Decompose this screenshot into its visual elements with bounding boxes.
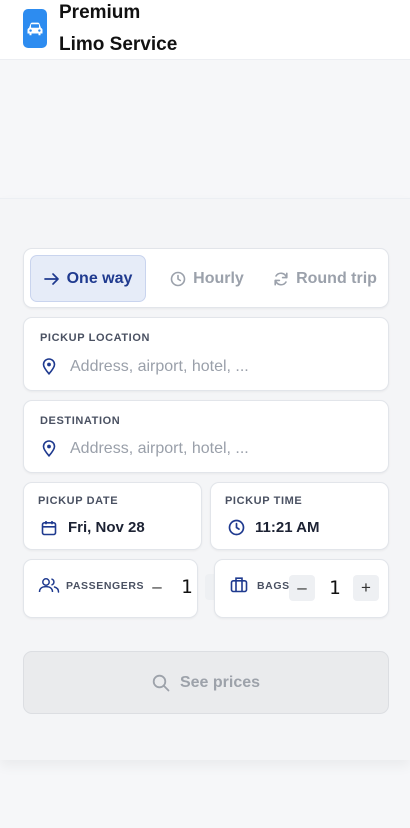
pickup-location-field[interactable]: PICKUP LOCATION Address, airport, hotel,… <box>23 317 389 391</box>
users-icon <box>38 578 60 593</box>
field-label: PICKUP DATE <box>38 495 119 507</box>
map-pin-icon <box>42 440 56 457</box>
refresh-icon <box>274 271 288 286</box>
field-label: PICKUP TIME <box>225 495 303 507</box>
see-prices-button[interactable]: See prices <box>23 651 389 714</box>
field-label: PASSENGERS <box>66 580 145 592</box>
field-label: PICKUP LOCATION <box>40 332 151 344</box>
clock-icon <box>228 519 245 536</box>
tab-round-trip[interactable]: Round trip <box>270 255 380 302</box>
passengers-decrement-button[interactable]: – <box>144 574 170 600</box>
pickup-time-field[interactable]: PICKUP TIME 11:21 AM <box>210 482 389 550</box>
brand-line-1: Premium <box>59 2 141 23</box>
pickup-time-value: 11:21 AM <box>255 519 320 536</box>
pickup-date-value: Fri, Nov 28 <box>68 519 145 536</box>
car-icon <box>23 9 47 48</box>
destination-field[interactable]: DESTINATION Address, airport, hotel, ... <box>23 400 389 473</box>
trip-type-tabs: One way Hourly Round trip <box>23 248 389 308</box>
bags-decrement-button[interactable]: – <box>289 575 315 601</box>
pickup-date-field[interactable]: PICKUP DATE Fri, Nov 28 <box>23 482 202 550</box>
tab-one-way[interactable]: One way <box>30 255 146 302</box>
field-label: BAGS <box>257 580 290 592</box>
bags-increment-button[interactable]: + <box>353 575 379 601</box>
arrow-right-icon <box>43 272 59 285</box>
tab-hourly[interactable]: Hourly <box>164 255 250 302</box>
app-header: Premium Limo Service <box>0 0 410 60</box>
map-pin-icon <box>42 358 56 375</box>
pickup-location-input[interactable]: Address, airport, hotel, ... <box>70 358 249 376</box>
destination-input[interactable]: Address, airport, hotel, ... <box>70 440 249 458</box>
luggage-icon <box>230 577 248 593</box>
search-icon <box>152 674 170 691</box>
brand-name: Premium Limo Service <box>59 0 177 61</box>
field-label: DESTINATION <box>40 415 121 427</box>
tab-label: One way <box>66 269 133 287</box>
passengers-field: PASSENGERS – 1 <box>23 559 198 618</box>
clock-icon <box>170 271 186 286</box>
bags-field: BAGS – 1 + <box>214 559 389 618</box>
bags-count: 1 <box>329 577 341 599</box>
calendar-icon <box>41 521 57 536</box>
tab-label: Hourly <box>193 269 244 287</box>
passengers-count: 1 <box>181 576 193 598</box>
see-prices-label: See prices <box>179 673 261 691</box>
passengers-increment-button[interactable] <box>205 574 214 600</box>
booking-panel: One way Hourly Round trip PICKUP LOCATIO… <box>0 198 410 760</box>
tab-label: Round trip <box>296 269 377 287</box>
brand-line-2: Limo Service <box>59 34 178 55</box>
